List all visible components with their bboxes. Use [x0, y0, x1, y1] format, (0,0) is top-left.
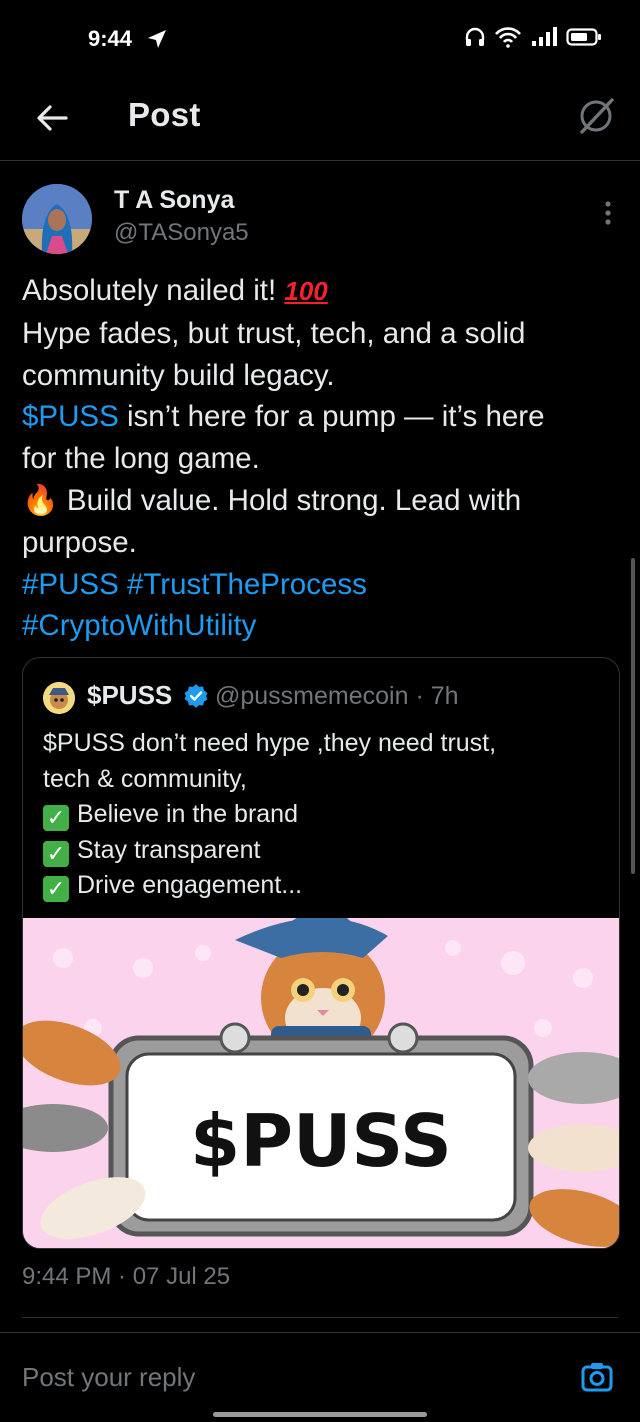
- quote-text: $PUSS don’t need hype ,they need trust, …: [43, 726, 603, 904]
- tweet-line: for the long game.: [22, 442, 260, 476]
- cashtag-link[interactable]: $PUSS: [22, 400, 119, 433]
- tweet-line: purpose.: [22, 525, 137, 559]
- post-timestamp: 9:44 PM · 07 Jul 25: [22, 1263, 231, 1290]
- quote-line: Stay transparent: [77, 835, 261, 864]
- scrollbar[interactable]: [631, 558, 635, 874]
- tweet-text: Absolutely nailed it! 100 Hype fades, bu…: [22, 270, 622, 647]
- back-arrow-icon[interactable]: [30, 96, 74, 140]
- wifi-icon: [495, 27, 521, 48]
- more-vertical-icon[interactable]: [598, 198, 618, 228]
- quote-media-image[interactable]: $PUSS: [23, 918, 619, 1248]
- reply-input[interactable]: Post your reply: [22, 1362, 195, 1393]
- sign-text: $PUSS: [190, 1099, 452, 1183]
- hashtag-link[interactable]: #CryptoWithUtility: [22, 609, 256, 642]
- quoted-post-card[interactable]: $PUSS @pussmemecoin · 7h $PUSS don’t nee…: [22, 657, 620, 1249]
- hundred-emoji-icon: 100: [284, 276, 328, 306]
- author-name[interactable]: T A Sonya: [114, 186, 234, 215]
- battery-icon: [566, 28, 601, 46]
- quote-avatar: [43, 682, 75, 714]
- status-time: 9:44: [88, 26, 133, 51]
- tweet-line: community build legacy.: [22, 358, 335, 392]
- grok-icon[interactable]: [574, 94, 618, 138]
- quote-line: Drive engagement...: [77, 871, 303, 899]
- divider: [22, 1317, 618, 1318]
- quote-line: Believe in the brand: [77, 800, 298, 828]
- status-bar: 9:44: [0, 0, 640, 80]
- page-title: Post: [128, 96, 201, 133]
- location-arrow-icon: [148, 30, 166, 48]
- quote-line: $PUSS don’t need hype ,they need trust,: [43, 729, 497, 757]
- home-indicator[interactable]: [213, 1412, 427, 1417]
- check-mark-icon: ✓: [43, 805, 69, 831]
- status-icons: [464, 26, 602, 48]
- check-mark-icon: ✓: [43, 840, 69, 867]
- quote-author-name: $PUSS: [87, 680, 173, 710]
- signal-icon: [532, 27, 557, 46]
- check-mark-icon: ✓: [43, 876, 69, 902]
- hashtag-link[interactable]: #PUSS: [22, 568, 119, 601]
- headset-icon: [465, 27, 485, 46]
- tweet-line: Hype fades, but trust, tech, and a solid: [22, 316, 526, 350]
- fire-emoji-icon: 🔥: [22, 483, 59, 517]
- verified-badge-icon: [184, 684, 208, 708]
- tweet-line: isn’t here for a pump — it’s here: [118, 400, 545, 434]
- author-avatar[interactable]: [22, 184, 92, 254]
- top-header: Post: [0, 80, 640, 161]
- quote-handle-time: @pussmemecoin · 7h: [215, 682, 459, 710]
- quote-line: tech & community,: [43, 764, 247, 793]
- divider: [0, 1332, 640, 1333]
- camera-icon[interactable]: [580, 1360, 614, 1394]
- tweet-line: Absolutely nailed it!: [22, 274, 285, 307]
- tweet-line: Build value. Hold strong. Lead with: [58, 483, 522, 517]
- hashtag-link[interactable]: #TrustTheProcess: [127, 568, 367, 601]
- author-handle[interactable]: @TASonya5: [114, 219, 249, 247]
